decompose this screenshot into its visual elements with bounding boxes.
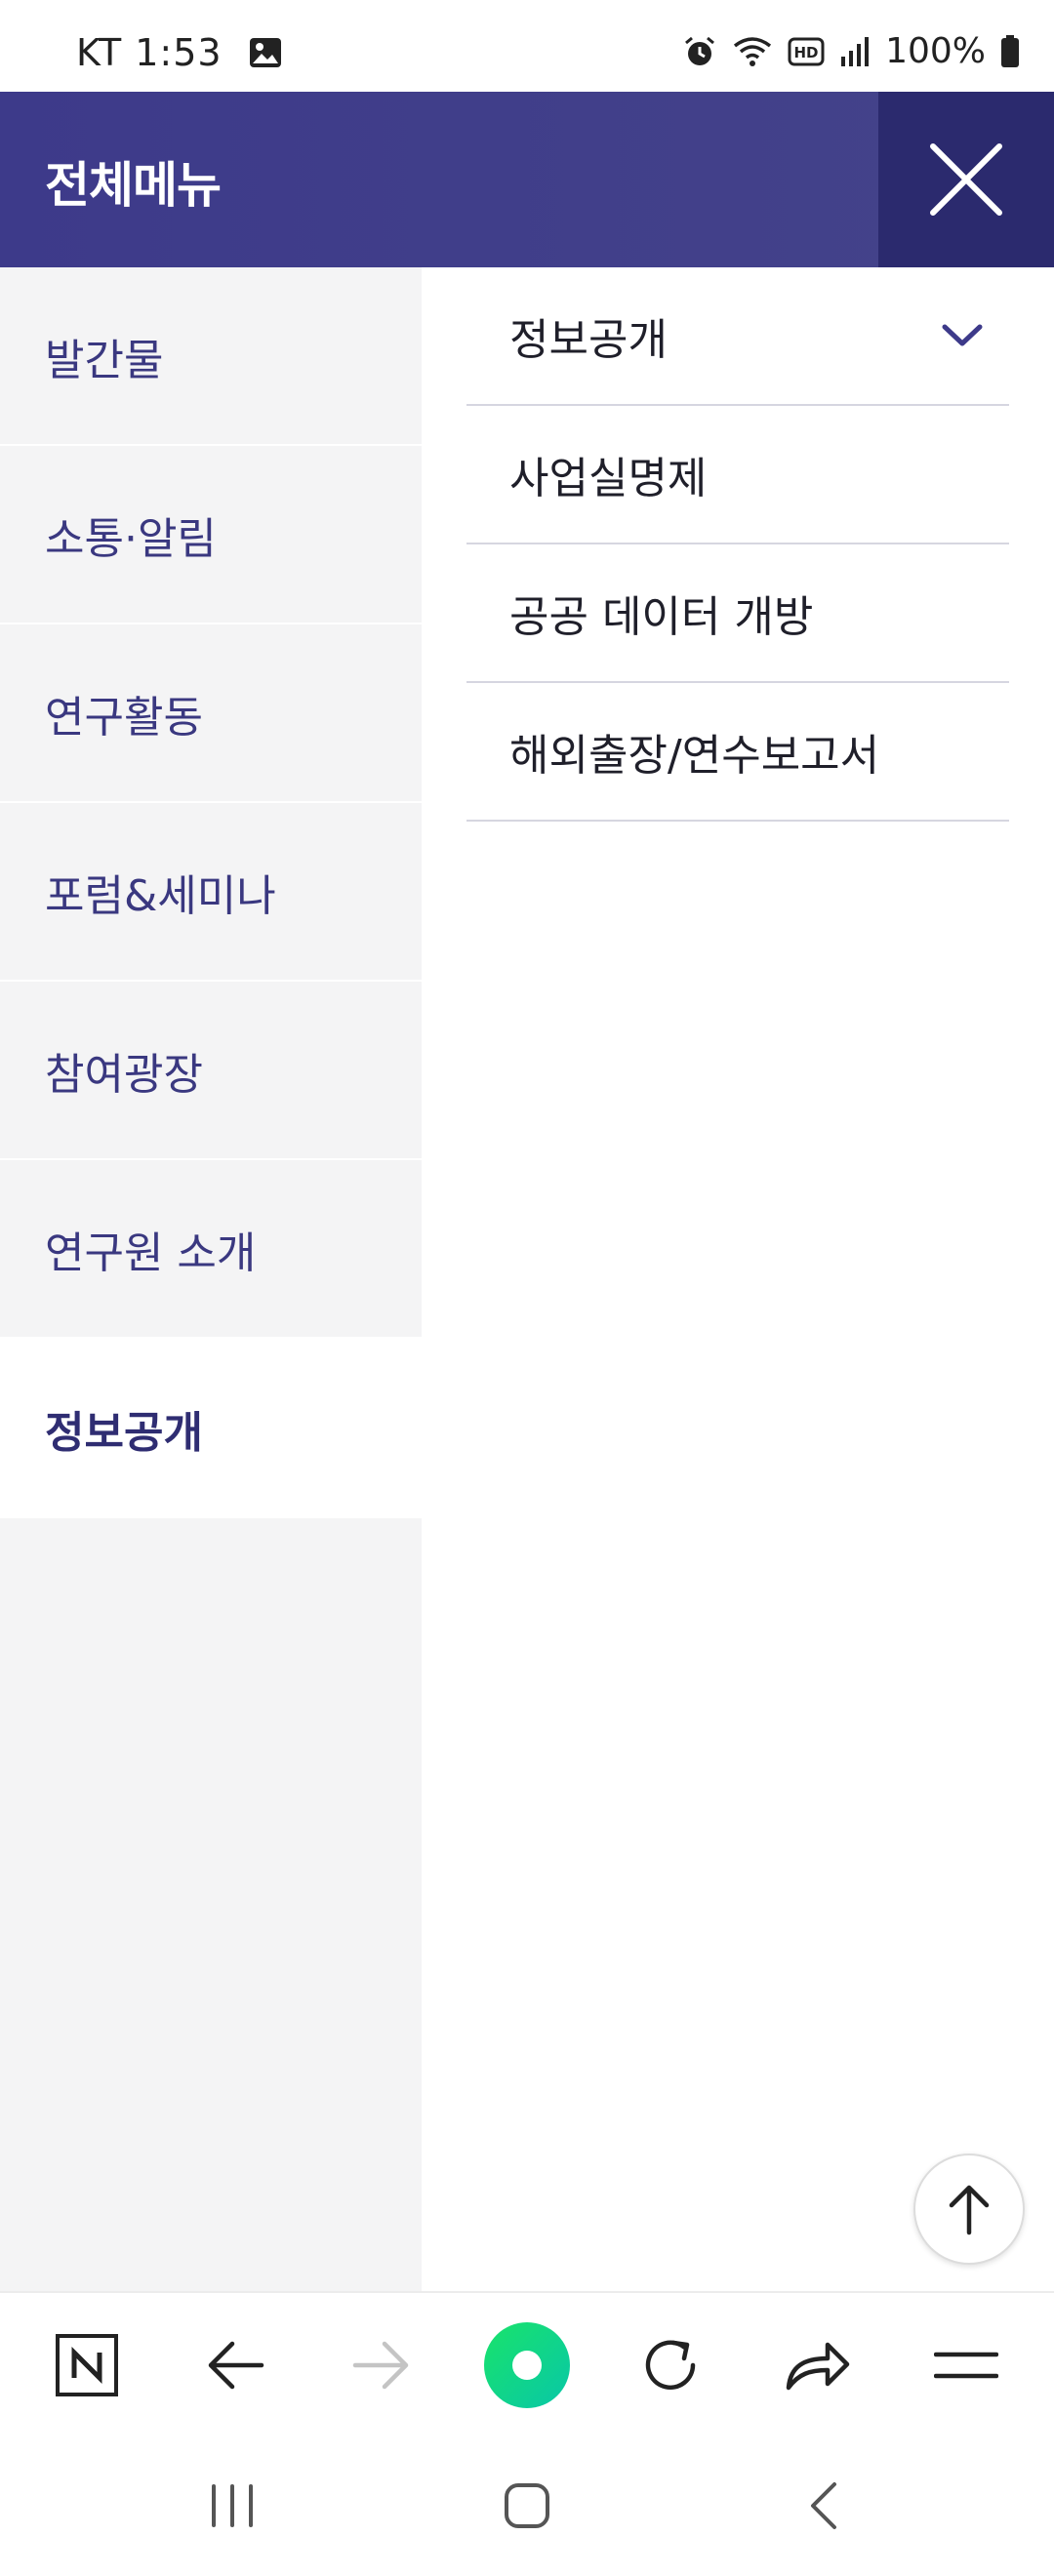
recent-apps-icon [212,2484,253,2527]
green-dot-button[interactable] [473,2293,581,2437]
share-button[interactable] [764,2293,872,2437]
signal-icon [838,32,872,71]
left-menu-label: 연구원 소개 [45,1228,257,1278]
svg-text:HD: HD [794,44,819,61]
menu-header: 전체메뉴 [0,92,1054,267]
alarm-icon [682,32,717,71]
back-button[interactable] [182,2293,289,2437]
submenu-label: 사업실명제 [509,454,708,503]
left-menu-label: 발간물 [45,335,164,385]
battery-icon [999,32,1021,71]
system-nav-bar [0,2435,1054,2576]
naver-home-icon [56,2334,118,2396]
green-dot-icon [484,2322,570,2408]
submenu-label: 정보공개 [509,315,668,365]
forward-button[interactable] [328,2293,435,2437]
menu-icon [934,2352,998,2379]
left-menu-item-disclosure[interactable]: 정보공개 [0,1339,422,1518]
left-menu-item-forum[interactable]: 포럼&세미나 [0,803,422,982]
submenu-item-project-name[interactable]: 사업실명제 [466,406,1009,544]
status-bar: KT 1:53 HD 100% [0,0,1054,92]
left-menu-label: 연구활동 [45,692,203,743]
status-right: HD 100% [682,31,1021,71]
wifi-icon [731,32,774,71]
submenu: 정보공개 사업실명제 공공 데이터 개방 해외출장/연수보고서 [422,267,1054,822]
close-button[interactable] [878,92,1054,267]
left-menu-label: 포럼&세미나 [45,870,276,921]
page: KT 1:53 HD 100% 전체메뉴 발간물 소통·알림 연구활동 포럼&세… [0,0,1054,2576]
back-arrow-icon [208,2341,264,2390]
header-title: 전체메뉴 [45,157,222,214]
battery-percent: 100% [885,31,986,71]
left-menu-item-communication[interactable]: 소통·알림 [0,446,422,624]
home-icon [505,2483,549,2528]
back-icon [811,2482,836,2529]
browser-toolbar [0,2291,1054,2435]
left-menu-label: 소통·알림 [45,513,217,564]
left-menu-item-publications[interactable]: 발간물 [0,267,422,446]
back-nav-button[interactable] [755,2435,892,2576]
carrier-time: KT 1:53 [76,31,223,74]
left-menu-label: 참여광장 [45,1049,203,1100]
submenu-item-disclosure[interactable]: 정보공개 [466,267,1009,406]
hd-icon: HD [788,32,825,71]
menu-button[interactable] [912,2293,1020,2437]
share-icon [786,2342,850,2391]
submenu-item-open-data[interactable]: 공공 데이터 개방 [466,544,1009,683]
left-menu-item-research[interactable]: 연구활동 [0,624,422,803]
scroll-top-button[interactable] [913,2153,1025,2265]
refresh-button[interactable] [617,2293,724,2437]
status-left: KT 1:53 [76,31,283,74]
arrow-up-icon [949,2185,990,2235]
recent-apps-button[interactable] [164,2435,301,2576]
image-icon [248,33,283,72]
submenu-item-overseas-report[interactable]: 해외출장/연수보고서 [466,683,1009,822]
naver-home-button[interactable] [33,2293,141,2437]
chevron-down-icon[interactable] [939,312,986,359]
submenu-label: 공공 데이터 개방 [509,592,814,642]
left-menu-item-participation[interactable]: 참여광장 [0,982,422,1160]
home-button[interactable] [459,2435,595,2576]
left-menu-item-about[interactable]: 연구원 소개 [0,1160,422,1339]
close-icon [930,143,1002,216]
submenu-label: 해외출장/연수보고서 [509,731,880,781]
forward-arrow-icon [352,2341,409,2390]
left-menu: 발간물 소통·알림 연구활동 포럼&세미나 참여광장 연구원 소개 정보공개 [0,267,422,2291]
refresh-icon [645,2340,696,2390]
left-menu-label: 정보공개 [45,1408,203,1458]
